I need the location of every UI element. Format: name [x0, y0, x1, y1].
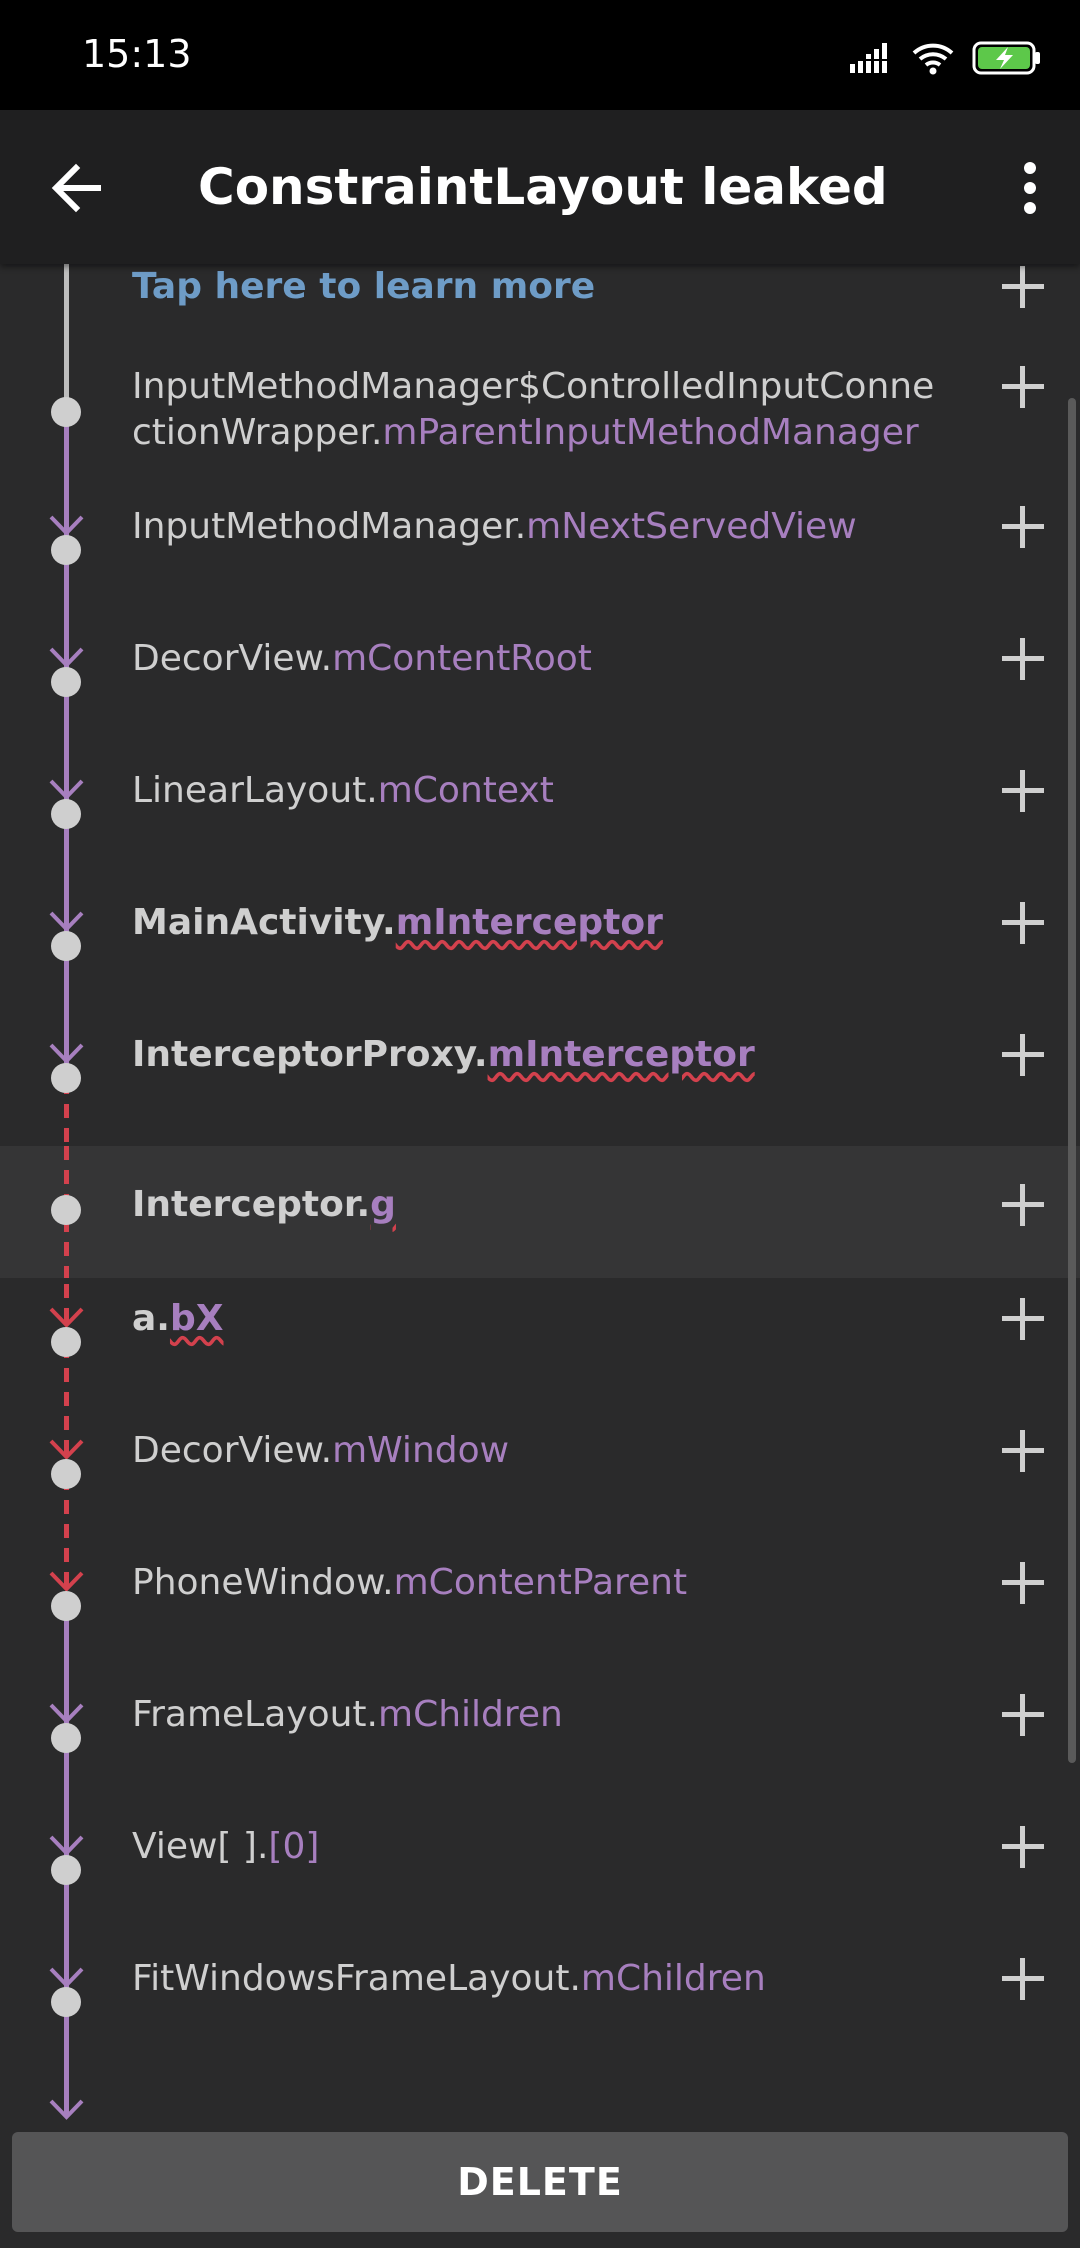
trace-field: mContentParent — [393, 1562, 688, 1603]
trace-row-text: DecorView.mWindow — [132, 1428, 940, 1474]
trace-class: FitWindowsFrameLayout. — [132, 1958, 581, 1999]
trace-class: Interceptor. — [132, 1184, 371, 1225]
trace-row-text: InputMethodManager.mNextServedView — [132, 504, 940, 550]
expand-plus-icon[interactable] — [998, 362, 1048, 412]
expand-plus-icon[interactable] — [998, 502, 1048, 552]
trace-row-text: LinearLayout.mContext — [132, 768, 940, 814]
trace-class: View[ ]. — [132, 1826, 269, 1867]
leak-trace-list: Tap here to learn more InputMethodManage… — [0, 264, 1080, 2124]
trace-row[interactable]: MainActivity.mInterceptor — [0, 900, 1080, 950]
trace-node — [51, 1459, 81, 1489]
expand-plus-icon[interactable] — [998, 1690, 1048, 1740]
trace-node — [51, 1327, 81, 1357]
expand-plus-icon[interactable] — [998, 1180, 1048, 1230]
trace-field: mWindow — [332, 1430, 510, 1471]
trace-node — [51, 1723, 81, 1753]
wifi-icon — [912, 43, 954, 75]
trace-class: DecorView. — [132, 638, 333, 679]
trace-arrow-icon — [49, 2099, 84, 2120]
learn-more-link[interactable]: Tap here to learn more — [132, 264, 940, 310]
delete-button[interactable]: DELETE — [12, 2132, 1068, 2232]
trace-row-text: InputMethodManager$ControlledInputConnec… — [132, 364, 940, 456]
trace-class: InputMethodManager. — [132, 506, 527, 547]
expand-plus-icon[interactable] — [998, 1954, 1048, 2004]
trace-row-text: FitWindowsFrameLayout.mChildren — [132, 1956, 940, 2002]
trace-row[interactable]: a.bX — [0, 1296, 1080, 1346]
trace-class: InterceptorProxy. — [132, 1034, 488, 1075]
trace-node — [51, 667, 81, 697]
trace-field: mInterceptor — [487, 1034, 755, 1075]
page-title: ConstraintLayout leaked — [198, 158, 888, 216]
expand-plus-icon[interactable] — [998, 1294, 1048, 1344]
trace-node — [51, 535, 81, 565]
trace-row[interactable]: DecorView.mContentRoot — [0, 636, 1080, 686]
trace-row-text: InterceptorProxy.mInterceptor — [132, 1032, 940, 1078]
expand-plus-icon[interactable] — [998, 1558, 1048, 1608]
overflow-menu-button[interactable] — [1000, 152, 1060, 224]
trace-row-text: FrameLayout.mChildren — [132, 1692, 940, 1738]
learn-more-row[interactable]: Tap here to learn more — [0, 264, 1080, 314]
trace-node — [51, 1591, 81, 1621]
signal-icon — [850, 43, 887, 73]
trace-row[interactable]: LinearLayout.mContext — [0, 768, 1080, 818]
trace-row[interactable]: DecorView.mWindow — [0, 1428, 1080, 1478]
trace-row[interactable]: InterceptorProxy.mInterceptor — [0, 1032, 1080, 1082]
expand-plus-icon[interactable] — [998, 264, 1048, 312]
trace-field: mInterceptor — [395, 902, 663, 943]
trace-node — [51, 931, 81, 961]
back-button[interactable] — [40, 152, 112, 224]
trace-row-text: Interceptor.g — [132, 1182, 940, 1228]
status-icons — [850, 38, 1042, 78]
trace-field: bX — [169, 1298, 224, 1339]
trace-field: [0] — [268, 1826, 320, 1867]
trace-field: mChildren — [580, 1958, 766, 1999]
trace-node — [51, 1195, 81, 1225]
trace-row[interactable]: View[ ].[0] — [0, 1824, 1080, 1874]
trace-node — [51, 1987, 81, 2017]
trace-field: mContentRoot — [332, 638, 592, 679]
expand-plus-icon[interactable] — [998, 634, 1048, 684]
trace-class: a. — [132, 1298, 170, 1339]
trace-row[interactable]: InputMethodManager$ControlledInputConnec… — [0, 364, 1080, 484]
trace-class: PhoneWindow. — [132, 1562, 394, 1603]
trace-field: mContext — [377, 770, 554, 811]
trace-class: FrameLayout. — [132, 1694, 378, 1735]
trace-class: MainActivity. — [132, 902, 396, 943]
trace-row[interactable]: FitWindowsFrameLayout.mChildren — [0, 1956, 1080, 2006]
battery-charging-icon — [972, 41, 1040, 75]
expand-plus-icon[interactable] — [998, 1426, 1048, 1476]
scrollbar[interactable] — [1068, 398, 1076, 1763]
trace-row-text: View[ ].[0] — [132, 1824, 940, 1870]
bottom-bar: DELETE — [0, 2124, 1080, 2248]
trace-node — [51, 799, 81, 829]
trace-row[interactable]: PhoneWindow.mContentParent — [0, 1560, 1080, 1610]
trace-row-selected[interactable]: Interceptor.g — [0, 1146, 1080, 1278]
back-arrow-icon — [51, 163, 101, 213]
trace-row[interactable]: InputMethodManager.mNextServedView — [0, 504, 1080, 554]
trace-row-text: MainActivity.mInterceptor — [132, 900, 940, 946]
trace-field: mNextServedView — [526, 506, 857, 547]
status-time: 15:13 — [82, 32, 192, 76]
trace-node — [51, 1063, 81, 1093]
trace-class: DecorView. — [132, 1430, 333, 1471]
app-bar: ConstraintLayout leaked — [0, 110, 1080, 264]
expand-plus-icon[interactable] — [998, 898, 1048, 948]
status-bar: 15:13 — [0, 0, 1080, 110]
trace-row-text: a.bX — [132, 1296, 940, 1342]
more-vert-icon — [1024, 162, 1036, 214]
trace-class: LinearLayout. — [132, 770, 378, 811]
trace-field: g — [370, 1184, 396, 1225]
trace-node — [51, 397, 81, 427]
expand-plus-icon[interactable] — [998, 766, 1048, 816]
trace-row[interactable]: FrameLayout.mChildren — [0, 1692, 1080, 1742]
expand-plus-icon[interactable] — [998, 1822, 1048, 1872]
trace-field: mParentInputMethodManager — [382, 412, 919, 453]
trace-node — [51, 1855, 81, 1885]
expand-plus-icon[interactable] — [998, 1030, 1048, 1080]
trace-row-text: DecorView.mContentRoot — [132, 636, 940, 682]
trace-row-text: PhoneWindow.mContentParent — [132, 1560, 940, 1606]
trace-field: mChildren — [378, 1694, 563, 1735]
